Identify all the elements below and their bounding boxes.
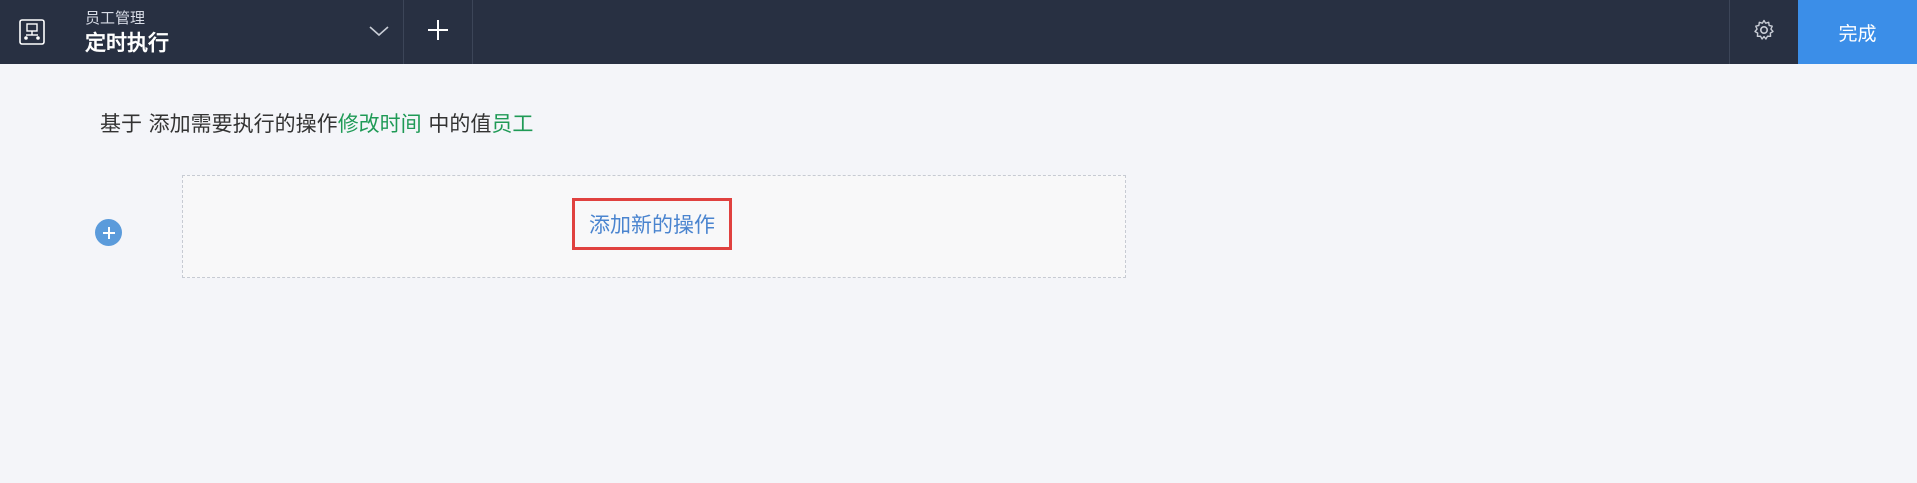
done-button[interactable]: 完成 <box>1798 0 1917 64</box>
description-prefix: 基于 添加需要执行的操作 <box>100 112 338 136</box>
workflow-icon[interactable] <box>0 0 64 64</box>
plus-icon <box>426 18 450 46</box>
description-middle: 中的值 <box>421 112 492 136</box>
target-link[interactable]: 员工 <box>491 112 533 136</box>
operation-description: 基于 添加需要执行的操作修改时间 中的值员工 <box>100 108 533 138</box>
breadcrumb[interactable]: 员工管理 <box>85 8 385 28</box>
page-title: 定时执行 <box>85 31 169 55</box>
add-button[interactable] <box>404 0 472 64</box>
title-dropdown-button[interactable] <box>355 0 403 64</box>
title-block: 员工管理 定时执行 <box>85 8 385 58</box>
add-operation-button[interactable]: 添加新的操作 <box>572 198 732 250</box>
settings-button[interactable] <box>1730 0 1798 64</box>
chevron-down-icon <box>368 23 390 42</box>
divider <box>472 0 473 64</box>
gear-icon <box>1752 18 1776 46</box>
plus-circle-icon[interactable] <box>95 219 122 246</box>
top-bar: 员工管理 定时执行 完成 <box>0 0 1917 64</box>
field-link[interactable]: 修改时间 <box>338 112 422 136</box>
